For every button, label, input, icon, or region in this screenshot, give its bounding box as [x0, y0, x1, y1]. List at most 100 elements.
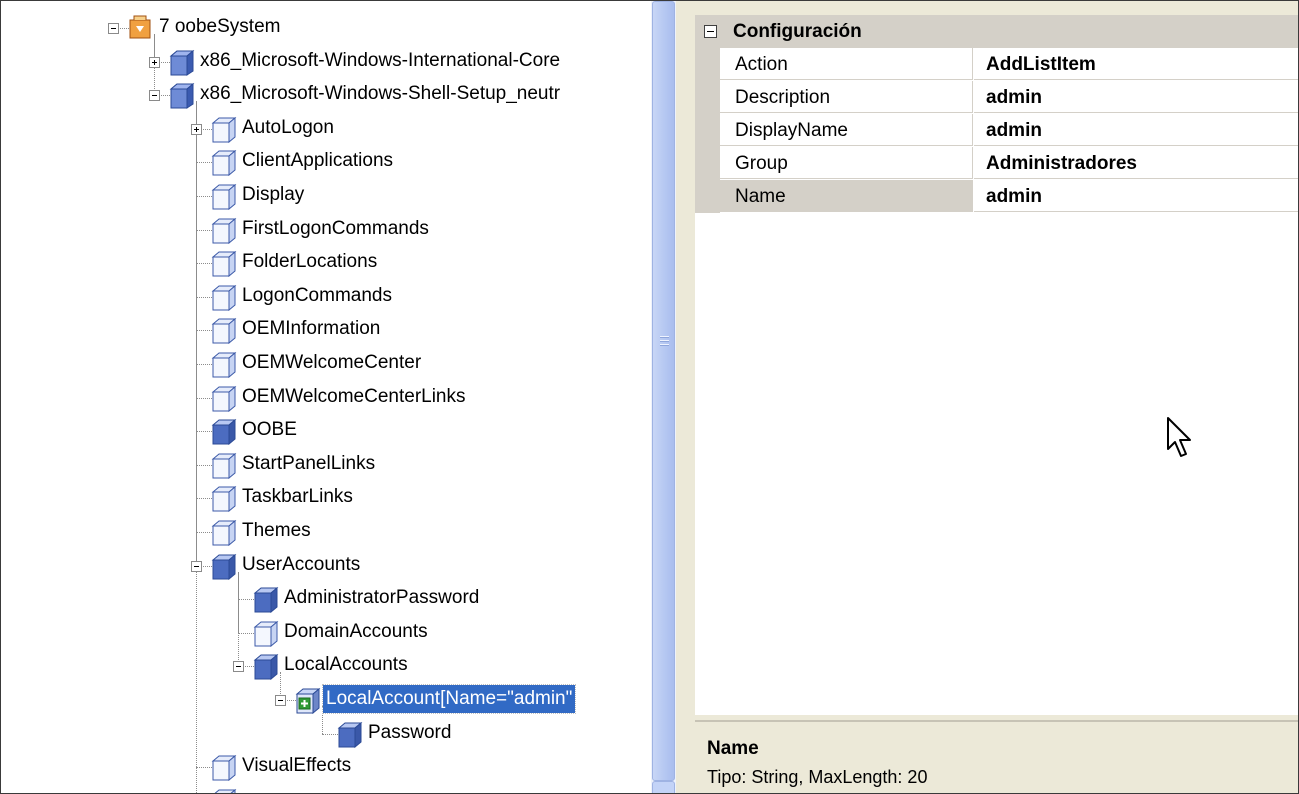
- tree-node-label: Themes: [242, 520, 311, 541]
- collapse-icon[interactable]: [233, 661, 244, 672]
- description-title: Name: [707, 738, 759, 759]
- tree-node[interactable]: AutoLogon: [1, 113, 651, 145]
- row-gutter: [695, 180, 720, 213]
- property-name[interactable]: Description: [720, 81, 973, 113]
- tree-node-label: AdministratorPassword: [284, 587, 480, 608]
- collapse-icon[interactable]: [149, 90, 160, 101]
- tree-node[interactable]: LocalAccounts: [1, 650, 651, 682]
- component-icon: [169, 48, 195, 76]
- tree-node[interactable]: Password: [1, 718, 651, 750]
- expand-icon[interactable]: [191, 124, 202, 135]
- tree-node[interactable]: FirstLogonCommands: [1, 214, 651, 246]
- tree-node[interactable]: LocalAccount[Name="admin": [1, 684, 651, 716]
- tree-node[interactable]: Themes: [1, 516, 651, 548]
- tree-node[interactable]: Display: [1, 180, 651, 212]
- tree-scrollbar[interactable]: [651, 1, 676, 793]
- tree-node[interactable]: VisualEffects: [1, 751, 651, 783]
- pane-splitter[interactable]: [676, 1, 691, 793]
- tree-node-label: OEMWelcomeCenter: [242, 352, 422, 373]
- category-row[interactable]: Configuración: [695, 15, 1298, 48]
- tree-node-label-selected: LocalAccount[Name="admin": [321, 684, 577, 714]
- tree-node-label: FirstLogonCommands: [242, 218, 429, 239]
- setting-icon: [253, 619, 279, 648]
- property-value[interactable]: admin: [974, 114, 1298, 146]
- tree-node[interactable]: AdministratorPassword: [1, 583, 651, 615]
- tree-node-label: VisualEffects: [242, 755, 352, 776]
- setting-icon: [211, 216, 237, 245]
- tree-node[interactable]: ClientApplications: [1, 146, 651, 178]
- tree-node-label: OOBE: [242, 419, 297, 440]
- tree-node[interactable]: OOBE: [1, 415, 651, 447]
- tree-node[interactable]: x86_Microsoft-Windows-Shell-Setup_neutr: [1, 79, 651, 111]
- tree-node[interactable]: FolderLocations: [1, 247, 651, 279]
- tree-node[interactable]: OEMInformation: [1, 314, 651, 346]
- tree-node[interactable]: TaskbarLinks: [1, 482, 651, 514]
- tree-node-label: ClientApplications: [242, 150, 394, 171]
- tree-node-label: AutoLogon: [242, 117, 334, 138]
- tree-node-label: LogonCommands: [242, 285, 392, 306]
- setting-icon: [211, 484, 237, 513]
- tree-node-label: Display: [242, 184, 305, 205]
- property-name[interactable]: Group: [720, 147, 973, 179]
- tree-node[interactable]: x86_Microsoft-Windows-International-Core: [1, 46, 651, 78]
- tree-node-label: x86_Microsoft-Windows-Shell-Setup_neutr: [200, 83, 561, 104]
- tree-view[interactable]: 7 oobeSystem x86_Microsoft-Windows-Intern…: [1, 1, 651, 793]
- tree-node-label: StartPanelLinks: [242, 453, 376, 474]
- expand-icon[interactable]: [149, 57, 160, 68]
- tree-node-label: TaskbarLinks: [242, 486, 353, 507]
- tree-node-label: LocalAccounts: [284, 654, 408, 675]
- setting-icon: [211, 182, 237, 211]
- scrollbar-thumb[interactable]: [652, 1, 675, 781]
- collapse-icon[interactable]: [191, 561, 202, 572]
- tree-node[interactable]: [1, 785, 651, 793]
- tree-node-label: DomainAccounts: [284, 621, 428, 642]
- tree-node-label: [239, 786, 245, 793]
- setting-filled-icon: [253, 585, 279, 614]
- tree-node-label: x86_Microsoft-Windows-International-Core: [200, 50, 561, 71]
- window-frame: 7 oobeSystem x86_Microsoft-Windows-Intern…: [0, 0, 1299, 794]
- setting-filled-icon: [211, 552, 237, 581]
- collapse-category-icon[interactable]: [704, 25, 717, 38]
- property-name[interactable]: Name: [720, 180, 973, 212]
- property-value[interactable]: admin: [974, 81, 1298, 113]
- tree-node[interactable]: 7 oobeSystem: [1, 12, 651, 44]
- row-gutter: [695, 48, 720, 81]
- property-value[interactable]: AddListItem: [974, 48, 1298, 80]
- tree-node-label: FolderLocations: [242, 251, 378, 272]
- property-row[interactable]: Description admin: [695, 81, 1298, 114]
- setting-filled-icon: [211, 417, 237, 446]
- tree-node[interactable]: OEMWelcomeCenter: [1, 348, 651, 380]
- component-icon: [169, 81, 195, 109]
- tree-node[interactable]: UserAccounts: [1, 550, 651, 582]
- property-row[interactable]: DisplayName admin: [695, 114, 1298, 147]
- tree-node[interactable]: DomainAccounts: [1, 617, 651, 649]
- setting-filled-icon: [253, 652, 279, 681]
- row-gutter: [695, 147, 720, 180]
- property-grid: Configuración Action AddListItem Descripti…: [695, 15, 1298, 715]
- row-gutter: [695, 114, 720, 147]
- setting-filled-icon: [337, 720, 363, 749]
- row-gutter: [695, 81, 720, 114]
- tree-node-label: 7 oobeSystem: [159, 16, 281, 37]
- description-text: Tipo: String, MaxLength: 20: [707, 767, 928, 787]
- property-name[interactable]: Action: [720, 48, 973, 80]
- property-row[interactable]: Action AddListItem: [695, 48, 1298, 81]
- collapse-icon[interactable]: [275, 695, 286, 706]
- pass-icon: [128, 14, 154, 42]
- setting-icon: [211, 249, 237, 278]
- tree-node[interactable]: LogonCommands: [1, 281, 651, 313]
- property-value[interactable]: admin: [974, 180, 1298, 212]
- collapse-icon[interactable]: [108, 23, 119, 34]
- property-row[interactable]: Name admin: [695, 180, 1298, 213]
- tree-node-label: UserAccounts: [242, 554, 361, 575]
- setting-icon: [211, 115, 237, 144]
- setting-icon: [211, 350, 237, 379]
- setting-icon: [211, 316, 237, 345]
- property-value[interactable]: Administradores: [974, 147, 1298, 179]
- property-row[interactable]: Group Administradores: [695, 147, 1298, 180]
- tree-node[interactable]: StartPanelLinks: [1, 449, 651, 481]
- scroll-down-button[interactable]: [652, 781, 675, 793]
- property-name[interactable]: DisplayName: [720, 114, 973, 146]
- tree-node[interactable]: OEMWelcomeCenterLinks: [1, 382, 651, 414]
- mouse-cursor-icon: [1167, 417, 1191, 457]
